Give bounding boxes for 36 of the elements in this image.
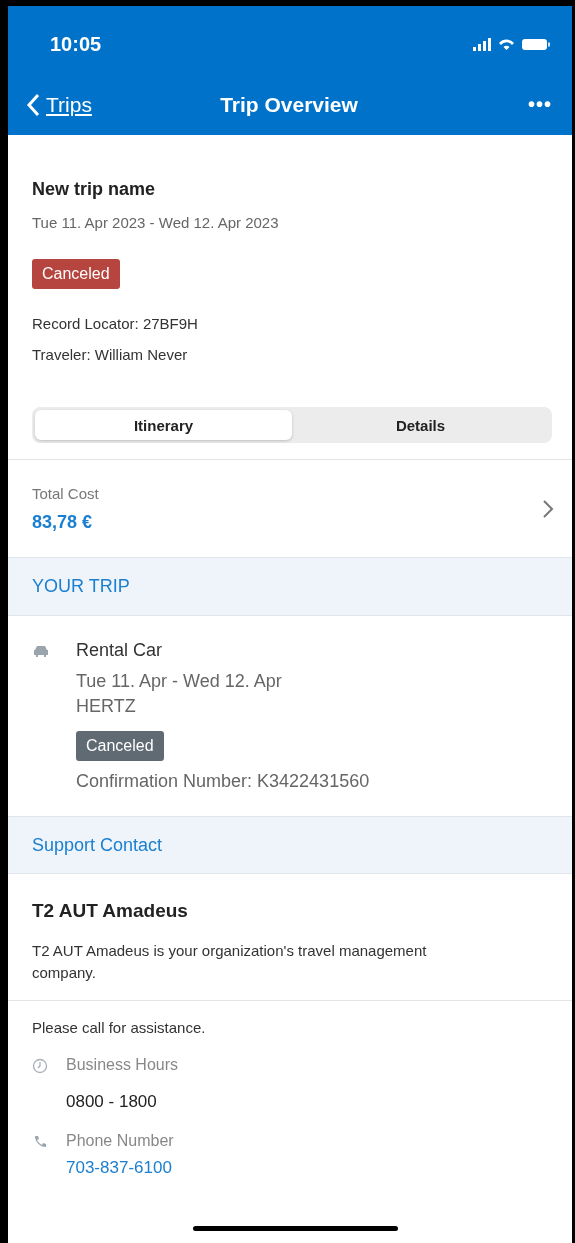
car-icon [32, 644, 50, 658]
trip-dates: Tue 11. Apr 2023 - Wed 12. Apr 2023 [32, 214, 279, 231]
chevron-right-icon [542, 498, 554, 519]
status-badge: Canceled [76, 731, 164, 761]
signal-icon [473, 37, 491, 51]
contact-label: Phone Number [66, 1132, 174, 1150]
wifi-icon [499, 38, 514, 50]
segment-title: Rental Car [76, 640, 163, 661]
clock-icon [32, 1058, 48, 1074]
screen-title: Trip Overview [220, 92, 358, 117]
total-cost-label: Total Cost [32, 484, 99, 502]
total-cost-row[interactable]: Total Cost 83,78 € [8, 460, 572, 557]
status-badge: Canceled [32, 259, 120, 289]
status-time: 10:05 [50, 32, 102, 56]
segment-tab[interactable]: Details [292, 410, 549, 440]
company-name: T2 AUT Amadeus [32, 900, 189, 922]
section-title: Support Contact [32, 834, 163, 856]
chevron-left-icon [26, 92, 40, 117]
section-title: YOUR TRIP [32, 576, 130, 597]
battery-icon [522, 38, 550, 50]
segment-tab[interactable]: Itinerary [35, 410, 292, 440]
company-description: T2 AUT Amadeus is your organization's travel management company. [32, 941, 428, 983]
hours-value: 0800 - 1800 [66, 1092, 157, 1112]
record-locator: Record Locator: 27BF9H [32, 315, 198, 332]
phone-link[interactable]: 703-837-6100 [66, 1158, 172, 1178]
back-link[interactable]: Trips [26, 92, 92, 117]
confirmation-number: Confirmation Number: K3422431560 [76, 771, 370, 792]
segment-vendor: HERTZ [76, 696, 136, 717]
phone-icon [32, 1134, 48, 1150]
contact-label: Business Hours [66, 1056, 179, 1074]
more-button[interactable]: ••• [527, 93, 552, 116]
trip-name: New trip name [32, 179, 156, 200]
total-cost-value: 83,78 € [32, 511, 94, 533]
call-prompt: Please call for assistance. [32, 1019, 207, 1036]
traveler-name: Traveler: William Never [32, 346, 188, 363]
segment-dates: Tue 11. Apr - Wed 12. Apr [76, 671, 282, 692]
